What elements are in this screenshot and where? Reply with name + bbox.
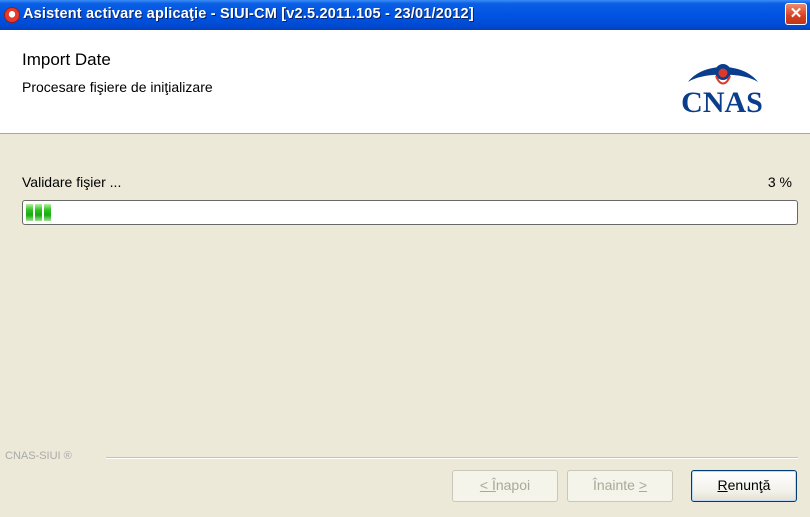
progress-status-label: Validare fişier ... bbox=[22, 174, 122, 190]
next-button-hotkey: > bbox=[638, 477, 648, 493]
progress-block bbox=[35, 204, 42, 221]
progress-bar-fill bbox=[26, 204, 51, 221]
next-button-label: Înainte bbox=[592, 477, 639, 493]
page-subtitle: Procesare fişiere de iniţializare bbox=[22, 79, 213, 95]
next-button[interactable]: Înainte > bbox=[567, 470, 673, 502]
wizard-header: Import Date Procesare fişiere de iniţial… bbox=[0, 30, 810, 134]
back-button-label: napoi bbox=[495, 477, 531, 493]
logo-text: CNAS bbox=[681, 86, 763, 119]
progress-block bbox=[44, 204, 51, 221]
wizard-window: Asistent activare aplicaţie - SIUI-CM [v… bbox=[0, 0, 810, 517]
cancel-button-hotkey: R bbox=[717, 477, 728, 493]
app-icon[interactable] bbox=[4, 7, 20, 23]
cancel-button-label: enunţă bbox=[727, 477, 771, 493]
back-button[interactable]: < < Înapoi bbox=[452, 470, 558, 502]
footer-brand: CNAS-SIUI ® bbox=[5, 450, 72, 462]
back-button-hotkey: < Î bbox=[479, 477, 496, 493]
cnas-logo: CNAS bbox=[681, 64, 763, 119]
footer-divider bbox=[106, 457, 798, 459]
title-bar[interactable]: Asistent activare aplicaţie - SIUI-CM [v… bbox=[0, 0, 810, 30]
progress-block bbox=[26, 204, 33, 221]
wizard-content: Validare fişier ... 3 % CNAS-SIUI ® < < … bbox=[0, 134, 810, 517]
cancel-button[interactable]: Renunţă bbox=[691, 470, 797, 502]
progress-bar bbox=[22, 200, 798, 225]
window-title: Asistent activare aplicaţie - SIUI-CM [v… bbox=[23, 6, 474, 22]
page-title: Import Date bbox=[22, 50, 111, 69]
progress-percent-label: 3 % bbox=[767, 174, 792, 190]
close-button[interactable]: ✕ bbox=[785, 3, 807, 25]
